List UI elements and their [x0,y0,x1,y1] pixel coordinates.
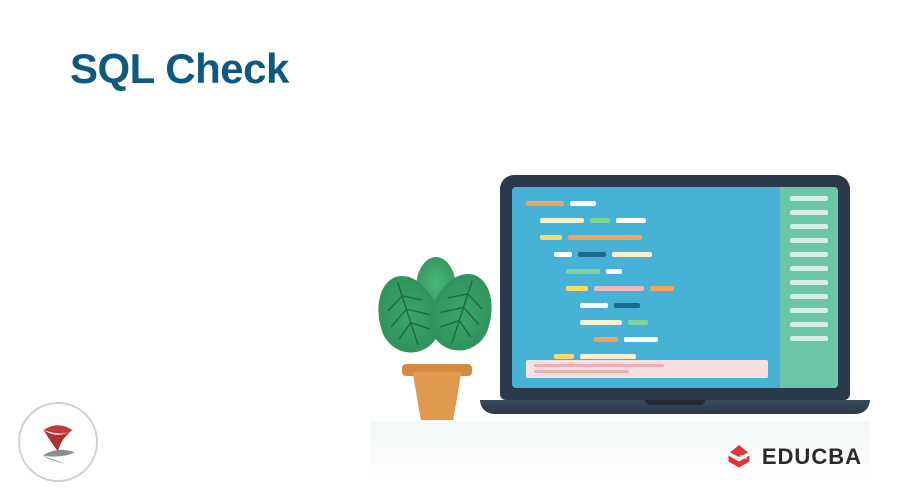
editor-status-bar [526,360,768,378]
plant-illustration [370,245,505,420]
sql-server-icon [18,402,98,482]
editor-minimap [780,187,838,388]
hero-illustration [370,175,870,475]
educba-mark-icon [724,442,754,472]
code-editor-area [526,201,768,353]
page-title: SQL Check [70,45,289,93]
educba-brand-text: EDUCBA [762,444,862,470]
laptop-illustration [500,175,850,414]
educba-logo: EDUCBA [724,442,862,472]
